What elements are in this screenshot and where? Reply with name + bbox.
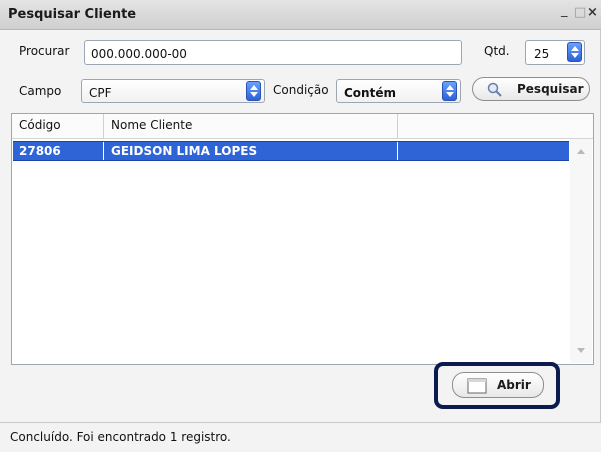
results-table: Código Nome Cliente 27806 GEIDSON LIMA L… [11,113,594,365]
minimize-button[interactable]: _ [561,4,568,18]
campo-dropdown-icon[interactable] [246,81,261,101]
table-header: Código Nome Cliente [12,114,593,139]
search-input[interactable]: 000.000.000-00 [84,40,462,65]
vertical-scrollbar[interactable] [570,139,592,363]
column-codigo[interactable]: Código [19,118,61,132]
cell-nome: GEIDSON LIMA LOPES [111,144,258,158]
scroll-down-icon[interactable] [577,348,585,353]
pesquisar-button[interactable]: Pesquisar [472,77,590,101]
column-separator [397,114,398,138]
pesquisar-label: Pesquisar [517,82,584,96]
campo-label: Campo [19,84,62,98]
search-client-window: Pesquisar Cliente _ □ × Procurar 000.000… [0,0,601,452]
window-title: Pesquisar Cliente [8,7,137,22]
row-separator [397,142,398,160]
condicao-dropdown-icon[interactable] [442,81,457,101]
close-button[interactable]: × [587,6,598,20]
search-icon [487,82,502,97]
condicao-label: Condição [273,83,329,97]
status-text: Concluído. Foi encontrado 1 registro. [10,430,231,444]
qtd-spin-icon[interactable] [567,42,582,62]
row-separator [103,142,104,160]
scroll-up-icon[interactable] [577,149,585,154]
column-nome-cliente[interactable]: Nome Cliente [111,118,192,132]
condicao-value: Contém [344,86,396,100]
highlight-box [434,362,560,409]
column-separator [103,114,104,138]
procurar-label: Procurar [19,44,70,58]
maximize-button[interactable]: □ [574,6,586,20]
campo-value: CPF [89,86,112,100]
qtd-value: 25 [534,47,550,61]
cell-codigo: 27806 [19,144,61,158]
campo-select[interactable]: CPF [81,79,265,103]
qtd-label: Qtd. [484,44,510,58]
table-row[interactable]: 27806 GEIDSON LIMA LOPES [13,141,569,161]
status-bar: Concluído. Foi encontrado 1 registro. [0,422,601,452]
title-bar: Pesquisar Cliente _ □ × [0,0,601,30]
